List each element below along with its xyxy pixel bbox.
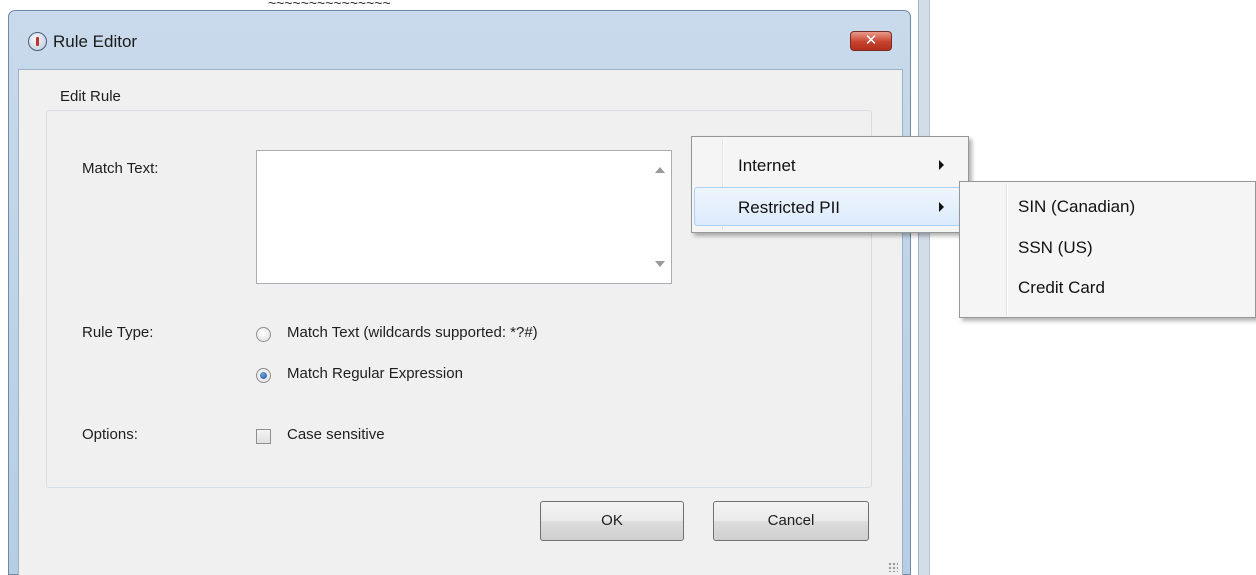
rule-type-label: Rule Type: <box>82 324 154 341</box>
close-icon: ✕ <box>864 32 878 49</box>
submenu-item-sin-label: SIN (Canadian) <box>1018 197 1136 216</box>
submenu-arrow-icon <box>939 202 944 212</box>
match-text-label: Match Text: <box>82 160 159 177</box>
edit-rule-legend: Edit Rule <box>56 88 125 105</box>
resize-grip-icon[interactable] <box>888 562 898 572</box>
submenu-item-sin[interactable]: SIN (Canadian) <box>962 187 1253 226</box>
menu-item-restricted-pii[interactable]: Restricted PII <box>694 187 966 226</box>
top-cropped-text-fragment: ~~~~~~~~~~~~~~~ <box>268 0 391 8</box>
scroll-up-icon[interactable] <box>655 167 665 173</box>
submenu-item-credit-card[interactable]: Credit Card <box>962 268 1253 307</box>
scroll-down-icon[interactable] <box>655 261 665 267</box>
match-regex-radio[interactable] <box>256 368 271 383</box>
menu-item-internet[interactable]: Internet <box>694 146 966 185</box>
close-button[interactable]: ✕ <box>850 31 892 51</box>
rule-editor-window: Rule Editor ✕ Edit Rule Match Text: Rule… <box>8 10 911 575</box>
case-sensitive-checkbox[interactable] <box>256 429 271 444</box>
match-regex-radio-label[interactable]: Match Regular Expression <box>287 365 463 382</box>
match-text-radio-label[interactable]: Match Text (wildcards supported: *?#) <box>287 324 538 341</box>
options-label: Options: <box>82 426 138 443</box>
submenu-item-ssn-label: SSN (US) <box>1018 238 1093 257</box>
case-sensitive-label[interactable]: Case sensitive <box>287 426 385 443</box>
match-text-input[interactable] <box>256 150 672 284</box>
menu-item-internet-label: Internet <box>738 156 796 175</box>
app-icon <box>28 32 47 51</box>
title-bar[interactable]: Rule Editor ✕ <box>9 11 910 71</box>
ok-button[interactable]: OK <box>540 501 684 541</box>
submenu-item-ssn[interactable]: SSN (US) <box>962 228 1253 267</box>
submenu-arrow-icon <box>939 160 944 170</box>
context-menu: Internet Restricted PII <box>691 136 969 233</box>
cancel-button[interactable]: Cancel <box>713 501 869 541</box>
match-text-radio[interactable] <box>256 327 271 342</box>
window-title: Rule Editor <box>53 32 138 51</box>
background-window-edge <box>918 0 930 575</box>
restricted-pii-submenu: SIN (Canadian) SSN (US) Credit Card <box>959 181 1256 318</box>
submenu-item-credit-card-label: Credit Card <box>1018 278 1105 297</box>
menu-item-restricted-pii-label: Restricted PII <box>738 198 841 217</box>
